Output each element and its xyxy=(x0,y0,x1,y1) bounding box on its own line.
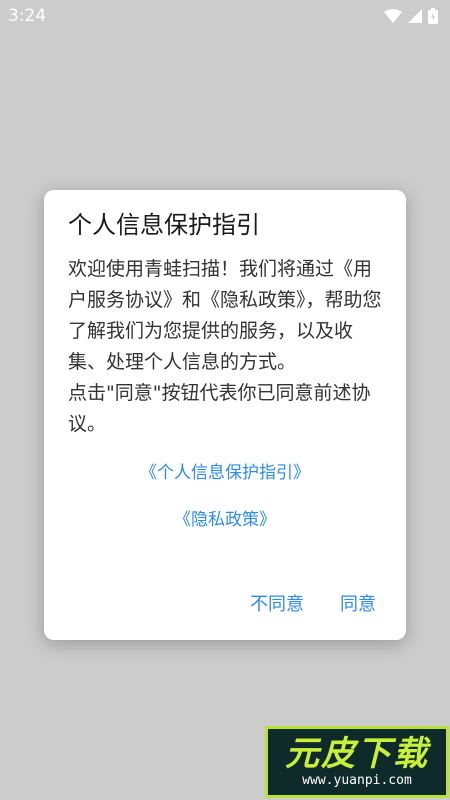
battery-icon xyxy=(428,8,438,24)
privacy-dialog: 个人信息保护指引 欢迎使用青蛙扫描！我们将通过《用户服务协议》和《隐私政策》，帮… xyxy=(44,190,406,640)
dialog-body-text: 欢迎使用青蛙扫描！我们将通过《用户服务协议》和《隐私政策》，帮助您了解我们为您提… xyxy=(68,258,382,373)
disagree-button[interactable]: 不同意 xyxy=(250,590,304,616)
dialog-body: 欢迎使用青蛙扫描！我们将通过《用户服务协议》和《隐私政策》，帮助您了解我们为您提… xyxy=(68,254,384,440)
agree-button[interactable]: 同意 xyxy=(340,590,376,616)
status-time: 3:24 xyxy=(8,6,47,26)
status-bar: 3:24 xyxy=(0,0,450,32)
status-icons xyxy=(384,8,438,24)
wifi-icon xyxy=(384,9,402,23)
dialog-body-consent-text: 点击"同意"按钮代表你已同意前述协议。 xyxy=(68,382,371,435)
privacy-policy-link[interactable]: 《隐私政策》 xyxy=(68,505,382,530)
dialog-actions: 不同意 同意 xyxy=(250,590,376,616)
watermark-text: 元皮下载 xyxy=(285,734,429,774)
signal-icon xyxy=(408,9,422,23)
watermark-logo: 元皮下载 www.yuanpi.com xyxy=(265,726,449,798)
personal-info-guide-link[interactable]: 《个人信息保护指引》 xyxy=(68,458,382,483)
dialog-title: 个人信息保护指引 xyxy=(68,211,260,239)
watermark-url: www.yuanpi.com xyxy=(302,773,412,788)
